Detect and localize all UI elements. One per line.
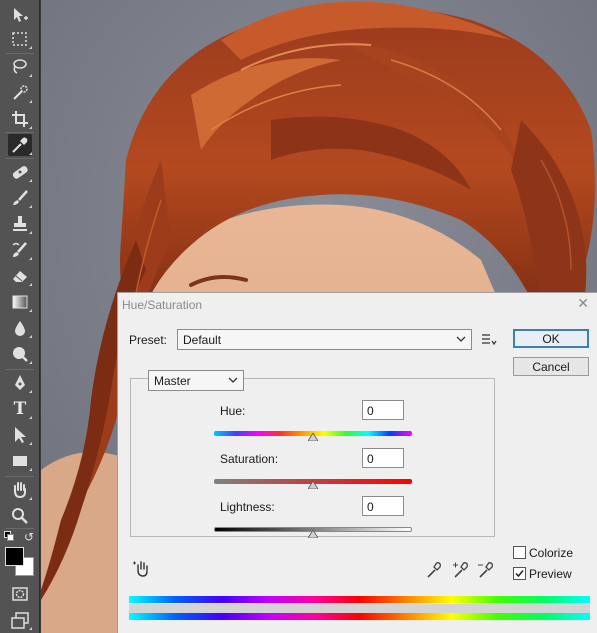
screen-mode-icon[interactable] — [8, 609, 32, 631]
on-image-adjust-hand-icon[interactable] — [132, 559, 152, 579]
adjustment-group — [130, 378, 495, 537]
lightness-input[interactable]: 0 — [362, 496, 404, 516]
eyedropper-minus-icon[interactable] — [477, 561, 495, 579]
hue-slider-thumb[interactable] — [308, 433, 318, 441]
type-tool-icon[interactable]: T — [8, 398, 32, 420]
marquee-tool-icon[interactable] — [8, 28, 32, 50]
preset-label: Preset: — [129, 333, 168, 347]
checkmark-icon — [515, 570, 524, 578]
saturation-input[interactable]: 0 — [362, 448, 404, 468]
foreground-color-swatch[interactable] — [5, 547, 24, 566]
ok-button[interactable]: OK — [513, 329, 589, 348]
history-brush-tool-icon[interactable] — [8, 239, 32, 261]
default-colors-icon[interactable] — [4, 531, 14, 541]
channel-value: Master — [154, 373, 191, 388]
quick-selection-tool-icon[interactable] — [8, 82, 32, 104]
hue-input[interactable]: 0 — [362, 400, 404, 420]
eyedropper-plus-icon[interactable] — [452, 561, 470, 579]
rectangle-tool-icon[interactable] — [8, 450, 32, 472]
crop-tool-icon[interactable] — [8, 108, 32, 130]
blur-tool-icon[interactable] — [8, 317, 32, 339]
dodge-tool-icon[interactable] — [8, 343, 32, 365]
chevron-down-icon — [456, 336, 466, 342]
colorize-label: Colorize — [529, 546, 574, 560]
close-icon[interactable]: ✕ — [577, 296, 589, 312]
hand-tool-icon[interactable] — [8, 479, 32, 501]
eraser-tool-icon[interactable] — [8, 265, 32, 287]
lightness-label: Lightness: — [220, 500, 275, 514]
chevron-down-icon — [228, 377, 238, 383]
output-color-bar — [129, 613, 590, 620]
preset-select[interactable]: Default — [177, 329, 472, 350]
eyedropper-tool-icon[interactable] — [8, 134, 32, 156]
channel-select[interactable]: Master — [148, 370, 244, 391]
pen-tool-icon[interactable] — [8, 372, 32, 394]
clone-stamp-tool-icon[interactable] — [8, 213, 32, 235]
colorize-checkbox[interactable] — [513, 546, 526, 559]
path-selection-tool-icon[interactable] — [8, 424, 32, 446]
swap-colors-icon[interactable]: ↺ — [24, 530, 34, 544]
preset-value: Default — [183, 332, 222, 347]
quick-mask-icon[interactable] — [8, 583, 32, 605]
tools-panel: T ↺ — [0, 0, 40, 633]
healing-brush-tool-icon[interactable] — [8, 161, 32, 183]
hue-saturation-dialog: Hue/Saturation ✕ Preset: Default OK Canc… — [117, 292, 597, 633]
zoom-tool-icon[interactable] — [8, 505, 32, 527]
preview-label: Preview — [529, 567, 572, 581]
preset-options-icon[interactable] — [481, 333, 497, 347]
cancel-button[interactable]: Cancel — [513, 357, 589, 376]
move-tool-icon[interactable] — [8, 4, 32, 26]
gradient-tool-icon[interactable] — [8, 291, 32, 313]
input-color-bar — [129, 596, 590, 603]
hue-label: Hue: — [220, 404, 246, 418]
saturation-label: Saturation: — [220, 452, 279, 466]
dialog-title: Hue/Saturation — [122, 298, 203, 312]
lightness-slider-thumb[interactable] — [308, 530, 318, 538]
saturation-slider-thumb[interactable] — [308, 481, 318, 489]
brush-tool-icon[interactable] — [8, 187, 32, 209]
eyedropper-icon[interactable] — [425, 561, 443, 579]
lasso-tool-icon[interactable] — [8, 56, 32, 78]
range-adjust-bar[interactable] — [129, 604, 590, 613]
preview-checkbox[interactable] — [513, 567, 526, 580]
